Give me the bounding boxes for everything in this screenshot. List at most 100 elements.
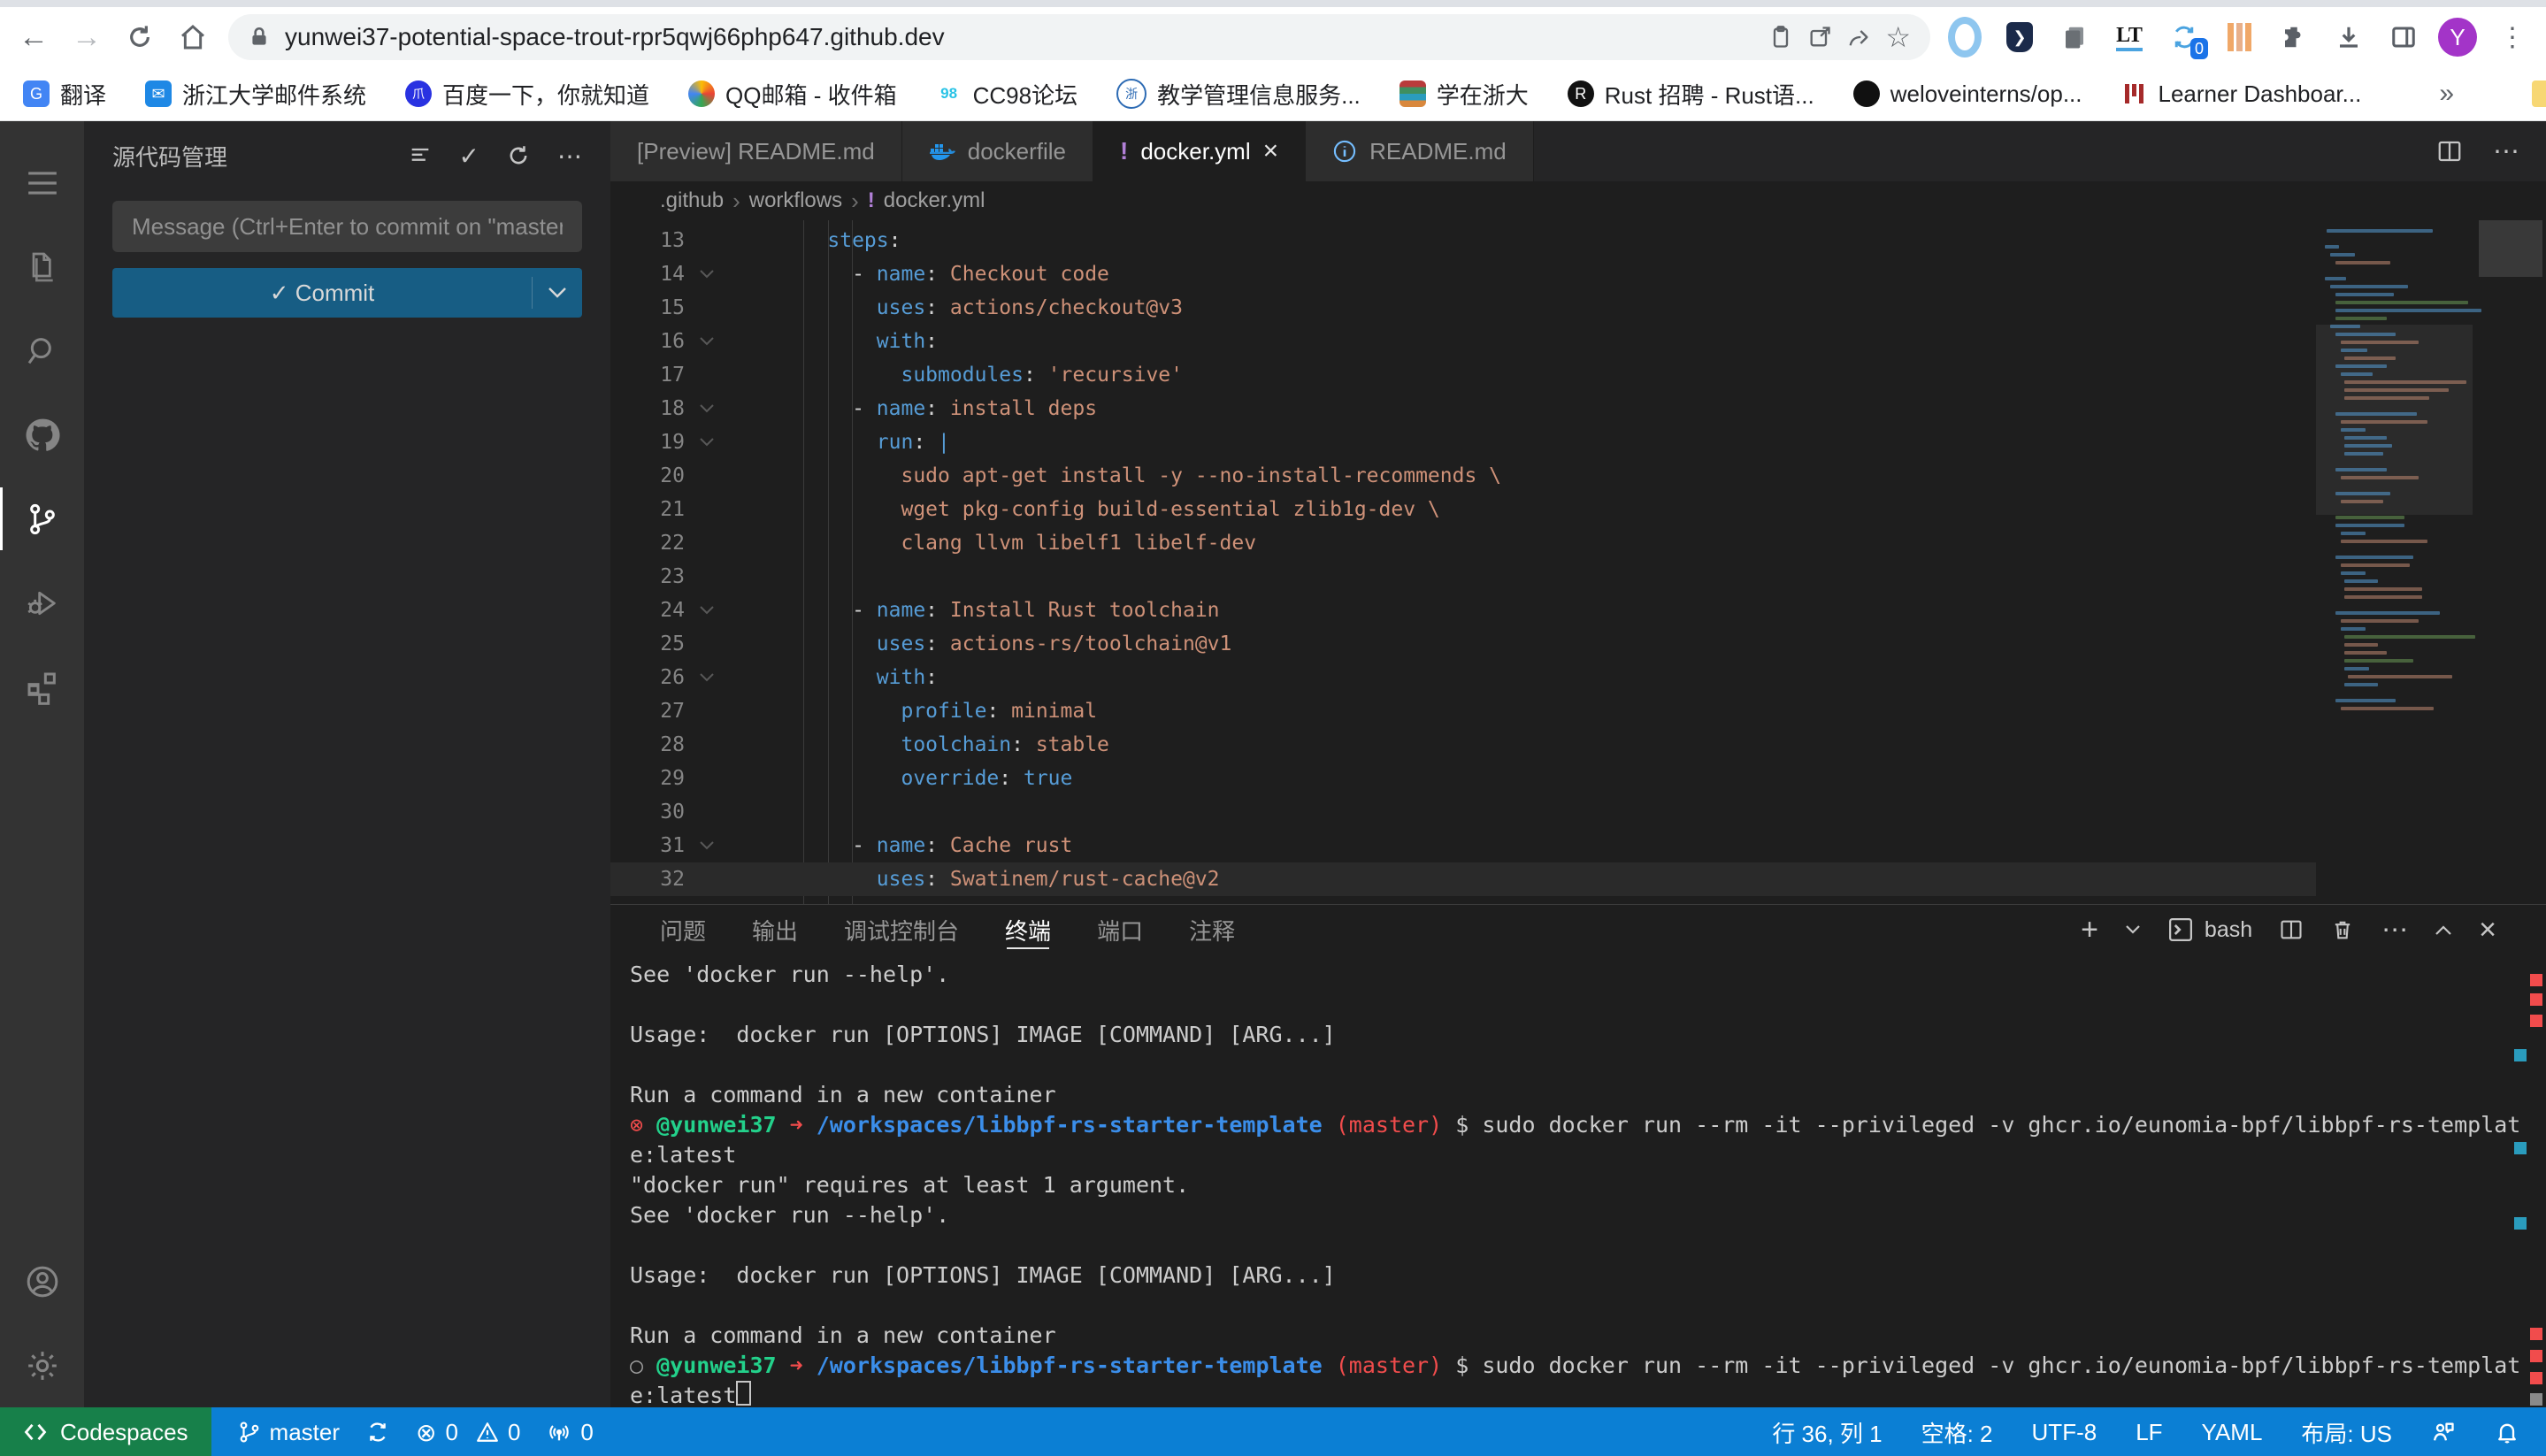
panel-more-icon[interactable]: ⋯ — [2381, 915, 2408, 946]
more-actions-icon[interactable]: ⋯ — [557, 142, 582, 171]
terminal-output[interactable]: See 'docker run --help'. Usage: docker r… — [610, 954, 2546, 1407]
bookmarks-overflow-icon[interactable]: » — [2439, 79, 2454, 109]
share-icon[interactable] — [1846, 25, 1871, 50]
panel-tab-5[interactable]: 注释 — [1189, 905, 1235, 954]
reload-icon[interactable] — [122, 19, 157, 55]
url-text[interactable]: yunwei37-potential-space-trout-rpr5qwj66… — [285, 23, 1754, 51]
commit-message-box[interactable] — [112, 201, 582, 252]
explorer-icon[interactable] — [0, 225, 84, 309]
bookmark-item[interactable]: ✉浙江大学邮件系统 — [145, 78, 366, 111]
run-debug-icon[interactable] — [0, 561, 84, 645]
branch-indicator[interactable]: master — [238, 1419, 340, 1446]
editor-more-icon[interactable]: ⋯ — [2493, 136, 2519, 167]
address-bar[interactable]: yunwei37-potential-space-trout-rpr5qwj66… — [228, 14, 1930, 60]
breadcrumb-file[interactable]: docker.yml — [884, 188, 985, 213]
pencils-extension-icon[interactable] — [2222, 20, 2256, 54]
profile-avatar[interactable]: Y — [2438, 18, 2477, 57]
bookmark-item[interactable]: G翻译 — [23, 78, 106, 111]
remote-indicator[interactable]: Codespaces — [0, 1407, 211, 1456]
bookmark-item[interactable]: QQ邮箱 - 收件箱 — [688, 78, 897, 111]
feedback-button[interactable] — [2431, 1420, 2456, 1445]
open-in-new-icon[interactable] — [1807, 25, 1832, 50]
commit-check-icon[interactable]: ✓ — [459, 142, 479, 171]
view-as-list-icon[interactable] — [408, 143, 433, 168]
split-editor-icon[interactable] — [2436, 138, 2463, 165]
bookmark-item[interactable]: 浙教学管理信息服务... — [1116, 78, 1361, 111]
panel-tab-0[interactable]: 问题 — [660, 905, 706, 954]
fold-chevron-icon[interactable] — [685, 594, 729, 627]
fold-chevron-icon[interactable] — [685, 392, 729, 425]
source-control-icon[interactable] — [0, 477, 84, 561]
bookmark-item[interactable]: Learner Dashboar... — [2121, 78, 2362, 111]
tab-dockerfile[interactable]: dockerfile — [902, 121, 1093, 181]
commit-button[interactable]: ✓ Commit — [112, 268, 582, 318]
tab-docker.yml[interactable]: !docker.yml× — [1093, 121, 1306, 181]
split-terminal-icon[interactable] — [2279, 917, 2304, 942]
fold-chevron-icon[interactable] — [685, 325, 729, 358]
copy-extension-icon[interactable] — [2058, 20, 2091, 54]
tab--preview-readme.md[interactable]: [Preview] README.md — [610, 121, 902, 181]
language-mode[interactable]: YAML — [2202, 1419, 2263, 1446]
breadcrumb-folder[interactable]: .github — [660, 188, 724, 213]
bookmark-item[interactable]: RRust 招聘 - Rust语... — [1568, 78, 1814, 111]
search-icon[interactable] — [0, 309, 84, 393]
lt-extension-icon[interactable]: LT — [2113, 20, 2146, 54]
settings-icon[interactable] — [0, 1323, 84, 1407]
minimap[interactable] — [2316, 220, 2546, 904]
kill-terminal-icon[interactable] — [2330, 917, 2355, 942]
keyboard-layout[interactable]: 布局: US — [2301, 1416, 2392, 1449]
extensions-icon[interactable] — [0, 645, 84, 729]
maximize-panel-icon[interactable] — [2435, 924, 2452, 936]
problems-indicator[interactable]: ⊗ 0 0 — [416, 1418, 520, 1447]
account-icon[interactable] — [0, 1239, 84, 1323]
panel-tab-3[interactable]: 终端 — [1005, 905, 1051, 954]
tab-readme.md[interactable]: README.md — [1306, 121, 1534, 181]
panel-tab-1[interactable]: 输出 — [752, 905, 798, 954]
github-icon[interactable] — [0, 393, 84, 477]
other-bookmarks[interactable]: 其他书签 — [2532, 78, 2546, 111]
eol[interactable]: LF — [2136, 1419, 2162, 1446]
puzzle-extension-icon[interactable] — [2277, 20, 2311, 54]
bookmark-star-icon[interactable]: ☆ — [1885, 20, 1911, 54]
ring-extension-icon[interactable] — [1948, 20, 1982, 54]
fold-chevron-icon[interactable] — [685, 257, 729, 291]
ports-indicator[interactable]: 0 — [547, 1419, 593, 1446]
bookmark-item[interactable]: 98CC98论坛 — [936, 78, 1077, 111]
close-tab-icon[interactable]: × — [1263, 136, 1279, 166]
fold-chevron-icon[interactable] — [685, 829, 729, 862]
editor-scrollbar[interactable] — [2479, 220, 2542, 277]
terminal-instance[interactable]: bash — [2167, 916, 2252, 943]
indentation[interactable]: 空格: 2 — [1921, 1416, 1993, 1449]
fold-chevron-icon[interactable] — [685, 661, 729, 694]
back-icon[interactable]: ← — [16, 19, 51, 55]
shield-extension-icon[interactable]: ❯ — [2003, 20, 2036, 54]
bookmark-item[interactable]: 学在浙大 — [1400, 78, 1529, 111]
fold-chevron-icon[interactable] — [685, 425, 729, 459]
fold-gutter — [685, 862, 729, 896]
bookmark-item[interactable]: weloveinterns/op... — [1853, 78, 2082, 111]
new-terminal-icon[interactable]: + — [2081, 913, 2098, 947]
sidebar-extension-icon[interactable] — [2387, 20, 2420, 54]
home-icon[interactable] — [175, 19, 211, 55]
download-extension-icon[interactable] — [2332, 20, 2366, 54]
refresh-icon[interactable] — [506, 143, 531, 168]
terminal-dropdown-icon[interactable] — [2125, 924, 2141, 935]
commit-dropdown-icon[interactable] — [533, 287, 582, 299]
code-editor[interactable]: 13 steps:14 - name: Checkout code15 uses… — [610, 220, 2546, 904]
close-panel-icon[interactable]: × — [2479, 913, 2496, 947]
commit-message-input[interactable] — [130, 212, 564, 241]
notifications-button[interactable] — [2495, 1420, 2519, 1445]
breadcrumb-folder[interactable]: workflows — [749, 188, 842, 213]
menu-icon[interactable] — [0, 141, 84, 225]
minimap-line — [2341, 571, 2366, 575]
forward-icon[interactable]: → — [69, 19, 104, 55]
clipboard-icon[interactable] — [1768, 25, 1793, 50]
cursor-position[interactable]: 行 36, 列 1 — [1772, 1416, 1882, 1449]
sync-indicator[interactable] — [366, 1421, 389, 1444]
sync-extension-icon[interactable]: 0 — [2167, 20, 2201, 54]
panel-tab-4[interactable]: 端口 — [1097, 905, 1143, 954]
bookmark-item[interactable]: 爪百度一下，你就知道 — [405, 78, 649, 111]
encoding[interactable]: UTF-8 — [2032, 1419, 2097, 1446]
panel-tab-2[interactable]: 调试控制台 — [844, 905, 959, 954]
browser-menu-icon[interactable]: ⋮ — [2495, 19, 2530, 55]
